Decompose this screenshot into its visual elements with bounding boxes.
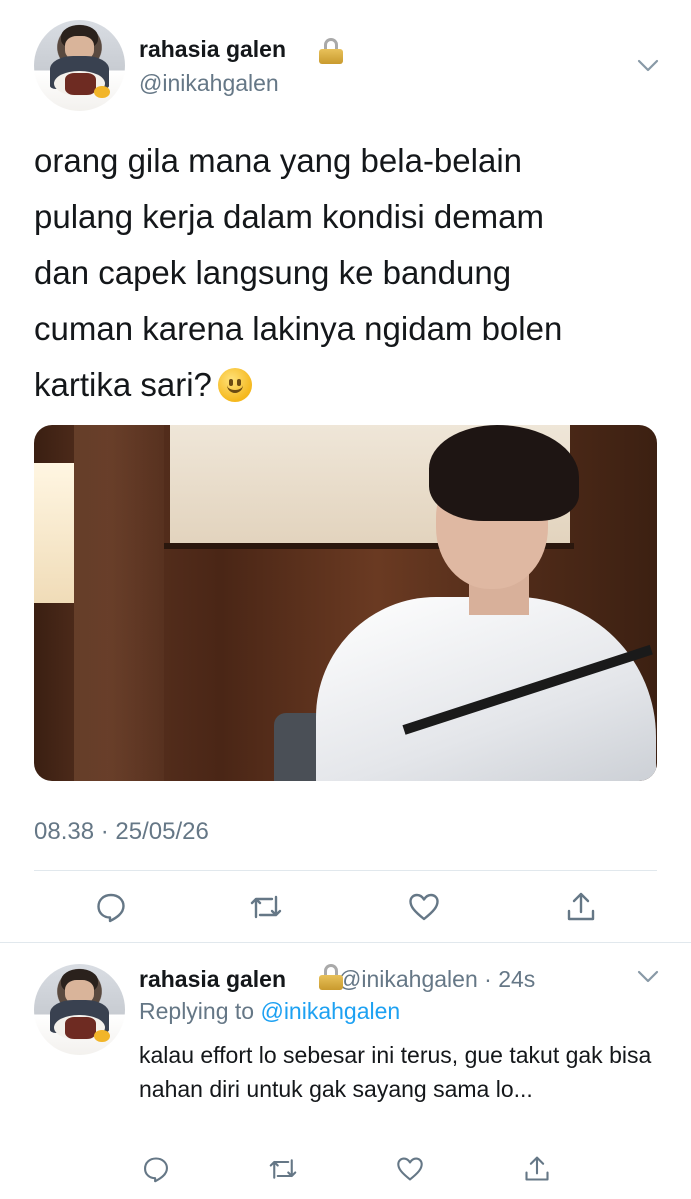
share-icon[interactable] <box>563 889 599 925</box>
replying-handle-link[interactable]: @inikahgalen <box>260 998 400 1024</box>
replying-to: Replying to @inikahgalen <box>139 998 400 1025</box>
chevron-down-icon[interactable] <box>637 59 659 73</box>
avatar[interactable] <box>34 20 125 111</box>
reply-tweet: rahasia galen @inikahgalen · 24s Replying… <box>0 944 691 1199</box>
reply-icon[interactable] <box>138 1151 174 1187</box>
tweet-text: orang gila mana yang bela-belain pulang … <box>34 133 654 413</box>
tweet-image[interactable] <box>34 425 657 781</box>
retweet-icon[interactable] <box>248 889 284 925</box>
user-handle[interactable]: @inikahgalen <box>139 70 279 97</box>
share-icon[interactable] <box>519 1151 555 1187</box>
main-tweet: rahasia galen @inikahgalen orang gila ma… <box>0 0 691 942</box>
reply-time[interactable]: 24s <box>498 966 535 992</box>
lock-icon <box>319 38 343 64</box>
tweet-text-body: orang gila mana yang bela-belain pulang … <box>34 142 563 403</box>
section-divider <box>0 942 691 943</box>
reply-icon[interactable] <box>93 889 129 925</box>
user-handle[interactable]: @inikahgalen <box>338 966 478 992</box>
display-name[interactable]: rahasia galen <box>139 966 286 992</box>
like-icon[interactable] <box>406 889 442 925</box>
retweet-icon[interactable] <box>265 1151 301 1187</box>
reply-text: kalau effort lo sebesar ini terus, gue t… <box>139 1042 652 1102</box>
like-icon[interactable] <box>392 1151 428 1187</box>
meta-separator: · <box>477 966 499 992</box>
slightly-smiling-face-emoji <box>217 368 252 402</box>
chevron-down-icon[interactable] <box>637 970 659 984</box>
lock-icon <box>319 964 343 990</box>
avatar[interactable] <box>34 964 125 1055</box>
divider <box>34 870 657 871</box>
tweet-timestamp[interactable]: 08.38 · 25/05/26 <box>34 818 209 846</box>
display-name[interactable]: rahasia galen <box>139 36 286 63</box>
replying-label: Replying to <box>139 998 255 1024</box>
